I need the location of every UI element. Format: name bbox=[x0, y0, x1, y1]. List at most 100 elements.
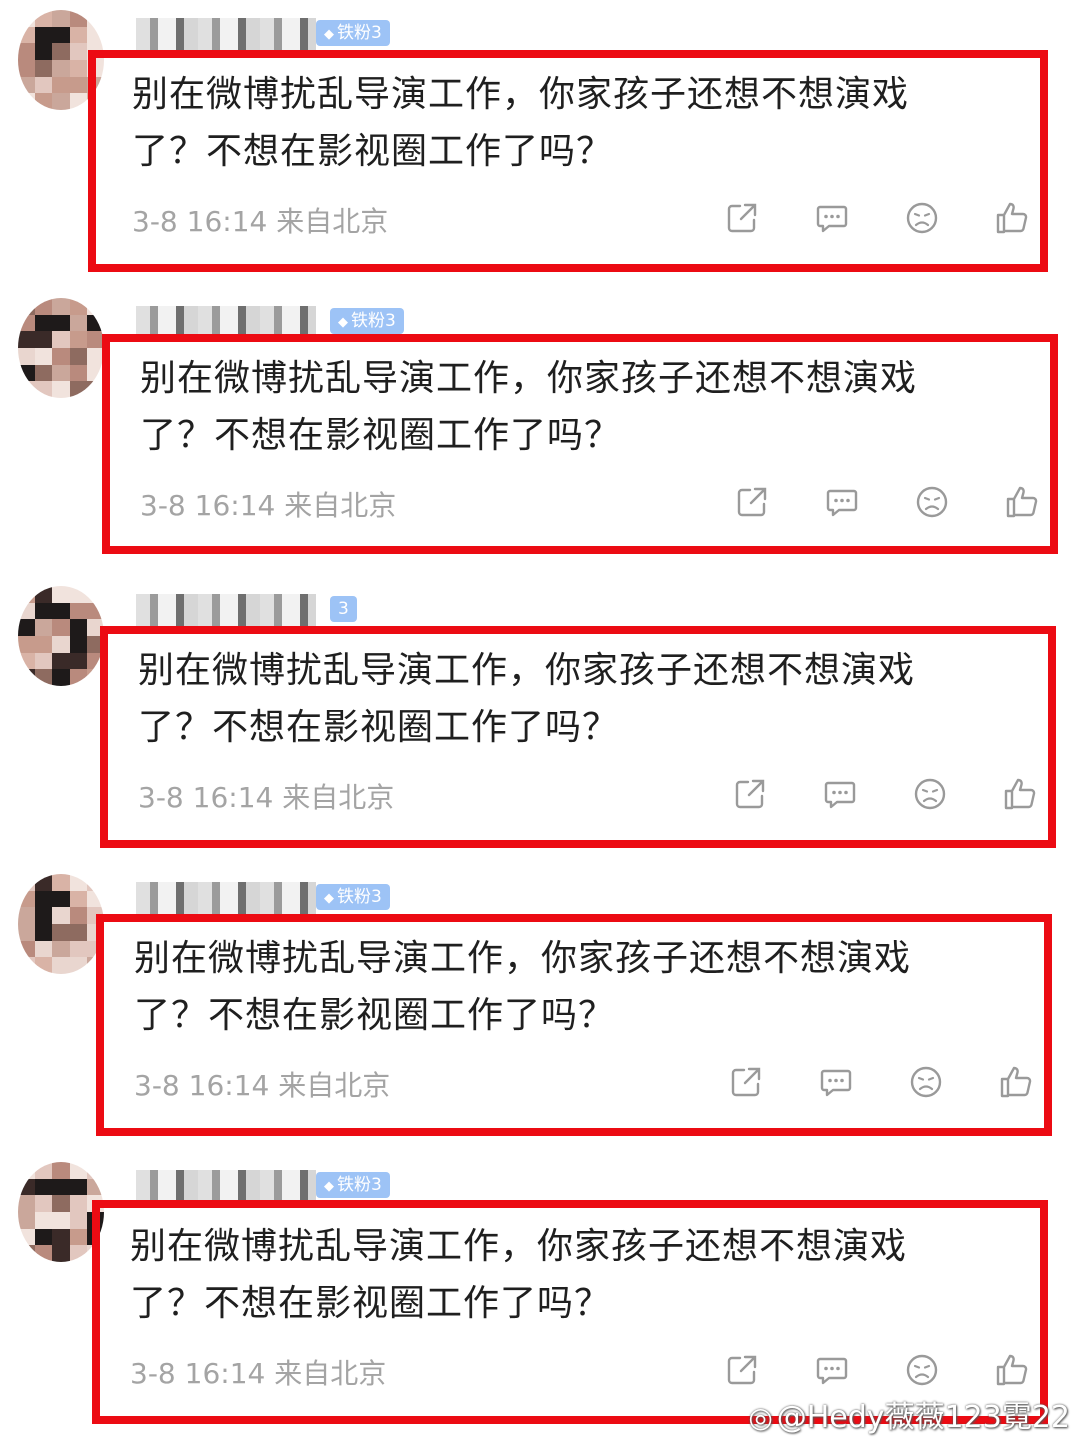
avatar-pixel bbox=[86, 26, 104, 44]
avatar-pixel bbox=[86, 10, 104, 27]
avatar-pixel bbox=[35, 59, 53, 77]
dislike-icon[interactable] bbox=[908, 1064, 944, 1100]
avatar-pixel bbox=[18, 1178, 36, 1196]
comment-icon[interactable] bbox=[814, 1352, 850, 1388]
avatar-pixel bbox=[52, 1211, 70, 1229]
username-redacted[interactable] bbox=[136, 1170, 316, 1202]
avatar-pixel bbox=[52, 602, 70, 620]
avatar-pixel bbox=[52, 10, 70, 27]
share-icon[interactable] bbox=[724, 1352, 760, 1388]
fan-badge[interactable]: ◆ 铁粉3 bbox=[316, 1172, 390, 1198]
avatar-pixel bbox=[52, 923, 70, 941]
avatar-pixel bbox=[86, 1178, 104, 1196]
avatar-pixel bbox=[35, 364, 53, 382]
comment-text: 别在微博扰乱导演工作，你家孩子还想不想演戏 了？不想在影视圈工作了吗？ bbox=[138, 650, 916, 748]
dislike-icon[interactable] bbox=[904, 1352, 940, 1388]
avatar-pixel bbox=[35, 1211, 53, 1229]
avatar[interactable] bbox=[18, 298, 104, 398]
avatar-pixel bbox=[52, 59, 70, 77]
fan-badge[interactable]: ◆ 铁粉3 bbox=[330, 308, 404, 334]
avatar-pixel bbox=[18, 923, 36, 941]
dislike-icon[interactable] bbox=[912, 776, 948, 812]
dislike-icon[interactable] bbox=[914, 484, 950, 520]
avatar-pixel bbox=[18, 364, 36, 382]
username-redacted[interactable] bbox=[136, 594, 316, 626]
share-icon[interactable] bbox=[732, 776, 768, 812]
comment-actions bbox=[724, 1352, 1030, 1388]
fan-badge[interactable]: ◆ 铁粉3 bbox=[316, 20, 390, 46]
avatar-pixel bbox=[52, 619, 70, 636]
like-icon[interactable] bbox=[994, 1352, 1030, 1388]
avatar-pixel bbox=[69, 602, 87, 620]
avatar-pixel bbox=[35, 76, 53, 94]
avatar[interactable] bbox=[18, 874, 104, 974]
comment-actions bbox=[724, 200, 1030, 236]
like-icon[interactable] bbox=[1004, 484, 1040, 520]
like-icon[interactable] bbox=[998, 1064, 1034, 1100]
avatar-pixel bbox=[18, 93, 36, 110]
avatar-pixel bbox=[52, 26, 70, 44]
avatar-pixel bbox=[35, 331, 53, 348]
avatar-pixel bbox=[35, 1245, 53, 1262]
avatar-pixel bbox=[35, 381, 53, 398]
comment-meta: 3-8 16:14 来自北京 bbox=[140, 489, 397, 522]
comment-icon[interactable] bbox=[824, 484, 860, 520]
username-redacted[interactable] bbox=[136, 18, 316, 50]
avatar-pixel bbox=[69, 314, 87, 332]
comment-item: 3 别在微博扰乱导演工作，你家孩子还想不想演戏 了？不想在影视圈工作了吗？ 3-… bbox=[0, 576, 1080, 864]
avatar-pixel bbox=[35, 652, 53, 670]
avatar-pixel bbox=[52, 1228, 70, 1246]
avatar-pixel bbox=[35, 1195, 53, 1212]
dislike-icon[interactable] bbox=[904, 200, 940, 236]
avatar-pixel bbox=[35, 1162, 53, 1179]
avatar-pixel bbox=[18, 957, 36, 974]
avatar-pixel bbox=[35, 874, 53, 891]
avatar-pixel bbox=[52, 1245, 70, 1262]
diamond-icon: ◆ bbox=[338, 315, 348, 330]
avatar-pixel bbox=[69, 1162, 87, 1179]
like-icon[interactable] bbox=[994, 200, 1030, 236]
avatar-pixel bbox=[86, 314, 104, 332]
comment-icon[interactable] bbox=[822, 776, 858, 812]
avatar-pixel bbox=[69, 652, 87, 670]
avatar[interactable] bbox=[18, 586, 104, 686]
comment-meta: 3-8 16:14 来自北京 bbox=[130, 1357, 387, 1390]
avatar-pixel bbox=[69, 26, 87, 44]
avatar-pixel bbox=[69, 59, 87, 77]
avatar-pixel bbox=[35, 347, 53, 365]
fan-badge[interactable]: 3 bbox=[330, 596, 357, 622]
avatar-pixel bbox=[18, 874, 36, 891]
share-icon[interactable] bbox=[734, 484, 770, 520]
avatar-pixel bbox=[86, 602, 104, 620]
fan-badge[interactable]: ◆ 铁粉3 bbox=[316, 884, 390, 910]
username-redacted[interactable] bbox=[136, 882, 316, 914]
avatar-pixel bbox=[18, 652, 36, 670]
avatar-pixel bbox=[35, 586, 53, 603]
avatar-pixel bbox=[35, 43, 53, 60]
avatar-pixel bbox=[18, 1228, 36, 1246]
diamond-icon: ◆ bbox=[324, 1179, 334, 1194]
avatar-pixel bbox=[18, 347, 36, 365]
avatar-pixel bbox=[18, 381, 36, 398]
comment-icon[interactable] bbox=[814, 200, 850, 236]
share-icon[interactable] bbox=[728, 1064, 764, 1100]
avatar-pixel bbox=[35, 635, 53, 653]
weibo-watermark: ◎ @Hedy薇薇123霓22 bbox=[748, 1400, 1070, 1435]
avatar-pixel bbox=[52, 940, 70, 958]
comment-meta: 3-8 16:14 来自北京 bbox=[132, 205, 389, 238]
avatar-pixel bbox=[35, 923, 53, 941]
avatar-pixel bbox=[52, 381, 70, 398]
avatar-pixel bbox=[52, 347, 70, 365]
comment-icon[interactable] bbox=[818, 1064, 854, 1100]
avatar-pixel bbox=[35, 619, 53, 636]
avatar-pixel bbox=[52, 331, 70, 348]
like-icon[interactable] bbox=[1002, 776, 1038, 812]
avatar-pixel bbox=[18, 1211, 36, 1229]
avatar-pixel bbox=[69, 940, 87, 958]
avatar-pixel bbox=[69, 907, 87, 924]
avatar-pixel bbox=[35, 298, 53, 315]
share-icon[interactable] bbox=[724, 200, 760, 236]
avatar-pixel bbox=[69, 619, 87, 636]
avatar-pixel bbox=[52, 1178, 70, 1196]
avatar-pixel bbox=[18, 1195, 36, 1212]
